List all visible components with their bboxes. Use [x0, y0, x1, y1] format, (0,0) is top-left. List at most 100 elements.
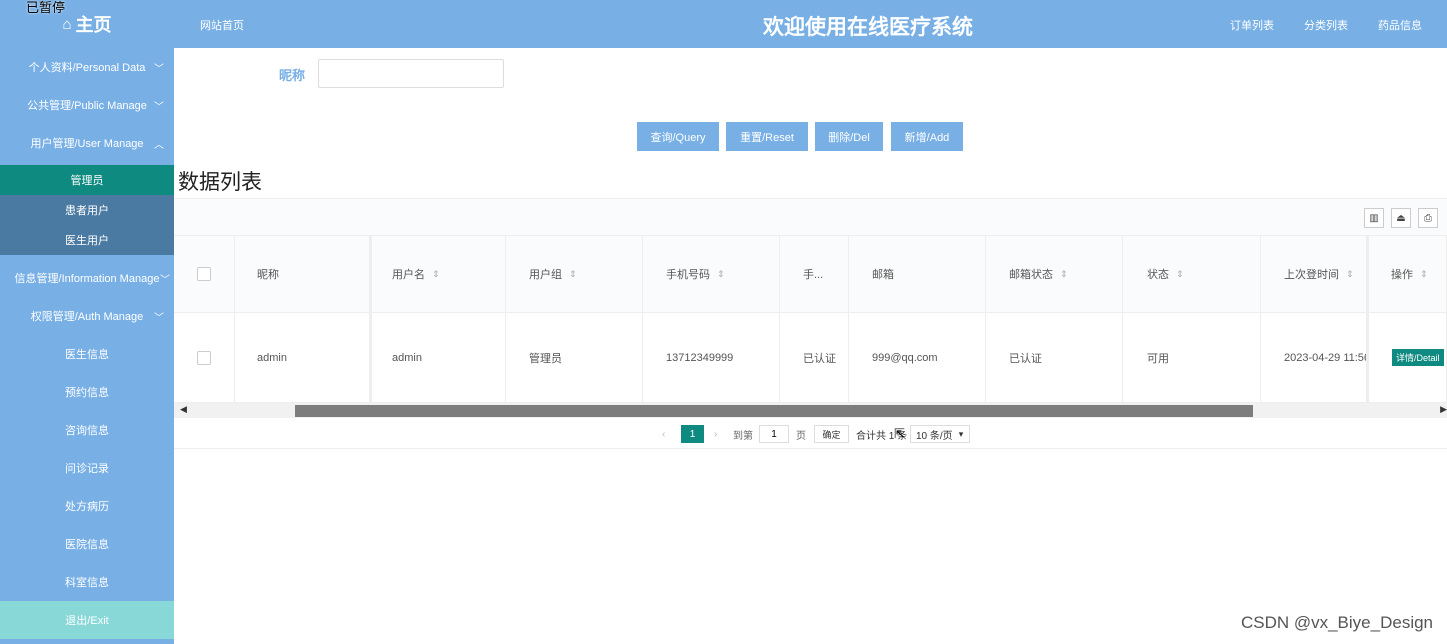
cell-user-group: 管理员 [506, 313, 643, 402]
page-number-input[interactable] [759, 425, 789, 443]
submenu-doctor-users[interactable]: 医生用户 [0, 225, 174, 255]
sort-icon[interactable]: ⇕ [432, 269, 440, 280]
home-icon: ⌂ [62, 15, 72, 33]
row-select-cell [174, 313, 235, 402]
column-label: 用户名 [392, 269, 425, 281]
table-row: admin admin 管理员 13712349999 已认证 999@qq.c… [174, 313, 1447, 403]
table-header: 昵称 用户名 ⇕ 用户组 ⇕ 手机号码 ⇕ 手... 邮箱 邮箱状态 ⇕ 状态 ⇕ 上次登… [174, 236, 1447, 313]
chevron-down-icon: ﹀ [154, 313, 164, 324]
scroll-right-icon[interactable]: ▶ [1440, 404, 1447, 415]
scroll-left-icon[interactable]: ◀ [180, 404, 187, 415]
column-email[interactable]: 邮箱 [849, 236, 986, 312]
top-bar: ⌂ 主页 网站首页 欢迎使用在线医疗系统 订单列表 分类列表 药品信息 [0, 0, 1447, 48]
horizontal-scrollbar[interactable]: ◀ ▶ [174, 403, 1447, 418]
column-label: 用户组 [529, 269, 562, 281]
current-page[interactable]: 1 [681, 425, 704, 443]
next-page-icon[interactable]: › [714, 425, 717, 443]
column-label: 操作 [1391, 269, 1413, 281]
add-button[interactable]: 新增/Add [891, 122, 963, 151]
chevron-down-icon: ﹀ [154, 102, 164, 113]
delete-button[interactable]: 删除/Del [815, 122, 883, 151]
columns-filter-icon[interactable]: ▥ [1364, 208, 1384, 228]
menu-prescriptions[interactable]: 处方病历 [0, 487, 174, 525]
cell-actions: 详情/Detail [1367, 313, 1447, 402]
column-label: 手... [803, 269, 824, 281]
table-toolbar: ▥ ⏏ ⎙ [174, 198, 1447, 236]
paused-label: 已暂停 [26, 0, 66, 15]
row-checkbox[interactable] [197, 350, 211, 365]
sort-icon[interactable]: ⇕ [1420, 269, 1428, 280]
cell-status: 可用 [1123, 313, 1261, 402]
cell-email: 999@qq.com [849, 313, 986, 402]
menu-auth-manage[interactable]: 权限管理/Auth Manage ﹀ [0, 297, 174, 335]
column-label: 手机号码 [666, 269, 710, 281]
confirm-page-button[interactable]: 确定 [814, 425, 849, 443]
chevron-down-icon: ﹀ [160, 275, 170, 286]
top-link-medicines[interactable]: 药品信息 [1378, 17, 1422, 33]
column-email-status[interactable]: 邮箱状态 ⇕ [986, 236, 1123, 312]
menu-label: 权限管理/Auth Manage [30, 311, 144, 323]
menu-label: 信息管理/Information Manage [14, 273, 160, 285]
menu-doctor-info[interactable]: 医生信息 [0, 335, 174, 373]
cell-email-status: 已认证 [986, 313, 1123, 402]
select-all-checkbox[interactable] [197, 267, 211, 281]
sort-icon[interactable]: ⇕ [1060, 269, 1068, 280]
menu-consult-info[interactable]: 咨询信息 [0, 411, 174, 449]
menu-label: 个人资料/Personal Data [28, 62, 146, 74]
watermark: CSDN @vx_Biye_Design [1240, 613, 1433, 632]
prev-page-icon[interactable]: ‹ [662, 425, 665, 443]
column-label: 邮箱 [872, 269, 894, 281]
column-label: 昵称 [257, 269, 279, 281]
menu-consult-records[interactable]: 问诊记录 [0, 449, 174, 487]
export-icon[interactable]: ⏏ [1391, 208, 1411, 228]
list-title: 数据列表 [178, 171, 262, 194]
page-size-select[interactable]: 10 条/页 ▾ [910, 425, 970, 443]
reset-button[interactable]: 重置/Reset [726, 122, 808, 151]
cell-nickname: admin [235, 313, 372, 402]
sidebar: 个人资料/Personal Data ﹀ 公共管理/Public Manage … [0, 48, 174, 644]
header-select-cell [174, 236, 235, 312]
menu-personal-data[interactable]: 个人资料/Personal Data ﹀ [0, 48, 174, 86]
column-phone-status[interactable]: 手... [780, 236, 849, 312]
menu-public-manage[interactable]: 公共管理/Public Manage ﹀ [0, 86, 174, 124]
column-last-login[interactable]: 上次登时间 ⇕ [1261, 236, 1367, 312]
menu-appointment-info[interactable]: 预约信息 [0, 373, 174, 411]
menu-label: 公共管理/Public Manage [27, 100, 147, 112]
search-label: 昵称 [279, 68, 306, 83]
column-user-group[interactable]: 用户组 ⇕ [506, 236, 643, 312]
sort-icon[interactable]: ⇕ [717, 269, 725, 280]
detail-button[interactable]: 详情/Detail [1392, 349, 1444, 366]
print-icon[interactable]: ⎙ [1418, 208, 1438, 228]
column-label: 上次登时间 [1284, 269, 1339, 281]
page-unit-label: 页 [796, 430, 806, 442]
menu-user-manage[interactable]: 用户管理/User Manage ︿ [0, 124, 174, 162]
scrollbar-thumb[interactable] [295, 405, 1253, 417]
sort-icon[interactable]: ⇕ [1176, 269, 1184, 280]
submenu-admin[interactable]: 管理员 [0, 165, 174, 195]
query-button[interactable]: 查询/Query [637, 122, 719, 151]
menu-label: 用户管理/User Manage [30, 138, 144, 150]
site-home-link[interactable]: 网站首页 [200, 17, 244, 33]
cell-last-login: 2023-04-29 11:56 [1261, 313, 1367, 402]
sort-icon[interactable]: ⇕ [569, 269, 577, 280]
column-actions: 操作 ⇕ [1367, 236, 1447, 312]
submenu-patient-users[interactable]: 患者用户 [0, 195, 174, 225]
cell-phone: 13712349999 [643, 313, 780, 402]
column-username[interactable]: 用户名 ⇕ [372, 236, 506, 312]
column-status[interactable]: 状态 ⇕ [1123, 236, 1261, 312]
chevron-up-icon: ︿ [154, 140, 164, 151]
menu-information-manage[interactable]: 信息管理/Information Manage ﹀ [0, 259, 174, 297]
exit-button[interactable]: 退出/Exit [0, 601, 174, 639]
pagination: ‹ 1 › 到第 页 确定 合计共 1 条 10 条/页 ▾ [174, 418, 1447, 449]
chevron-down-icon: ▾ [958, 428, 964, 439]
mouse-cursor-icon: ⇱ [894, 426, 905, 441]
column-phone[interactable]: 手机号码 ⇕ [643, 236, 780, 312]
top-link-orders[interactable]: 订单列表 [1230, 17, 1274, 33]
goto-label: 到第 [733, 430, 753, 442]
sort-icon[interactable]: ⇕ [1346, 269, 1354, 280]
column-nickname[interactable]: 昵称 [235, 236, 372, 312]
menu-department-info[interactable]: 科室信息 [0, 563, 174, 601]
menu-hospital-info[interactable]: 医院信息 [0, 525, 174, 563]
top-link-categories[interactable]: 分类列表 [1304, 17, 1348, 33]
nickname-search-input[interactable] [318, 59, 504, 88]
